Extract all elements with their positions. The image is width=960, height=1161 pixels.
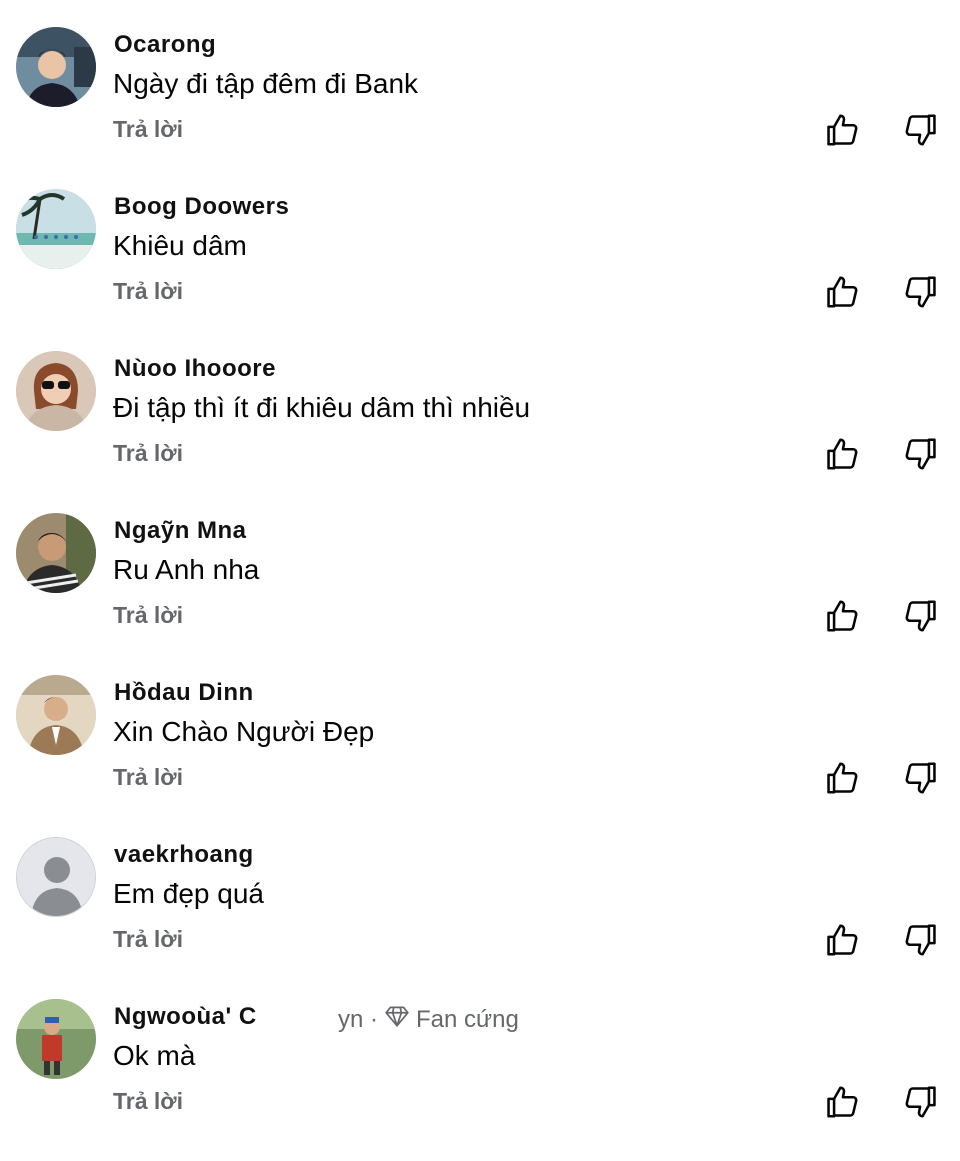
- avatar[interactable]: [16, 351, 96, 431]
- comment-text: Ru Anh nha: [113, 554, 260, 585]
- comment-text: Em đẹp quá: [113, 878, 264, 909]
- avatar[interactable]: [16, 189, 96, 269]
- author-name[interactable]: Ocarong: [114, 31, 216, 59]
- fan-badge: yn · Fan cứng: [338, 1003, 519, 1036]
- avatar[interactable]: [16, 837, 96, 917]
- avatar[interactable]: [16, 675, 96, 755]
- comment-text: Khiêu dâm: [113, 230, 247, 261]
- reply-link[interactable]: Trả lời: [113, 763, 183, 791]
- comment-text: Đi tập thì ít đi khiêu dâm thì nhiều: [113, 392, 531, 423]
- comment-item: Boog Doowers Khiêu dâm Trả lời: [0, 189, 960, 351]
- author-name[interactable]: vaekrhoang: [114, 841, 254, 869]
- thumbs-up-icon[interactable]: [823, 759, 861, 797]
- author-name[interactable]: Boog Doowers: [114, 193, 289, 221]
- author-name[interactable]: Ngaỹn Mna: [114, 517, 247, 545]
- badge-prefix: yn ·: [338, 1005, 379, 1033]
- reply-link[interactable]: Trả lời: [113, 601, 183, 629]
- author-name[interactable]: Ngwooùa' C: [114, 1003, 257, 1031]
- reply-link[interactable]: Trả lời: [113, 439, 183, 467]
- comment-item: Ocarong Ngày đi tập đêm đi Bank Trả lời: [0, 27, 960, 189]
- diamond-icon: [384, 1003, 410, 1036]
- comment-text: Ok mà: [113, 1040, 196, 1071]
- author-name[interactable]: Hồdau Dinn: [114, 679, 254, 707]
- comment-item: Hồdau Dinn Xin Chào Người Đẹp Trả lời: [0, 675, 960, 837]
- thumbs-up-icon[interactable]: [823, 597, 861, 635]
- author-name[interactable]: Nùoo Ihooore: [114, 355, 276, 383]
- badge-label: Fan cứng: [416, 1005, 519, 1033]
- thumbs-up-icon[interactable]: [823, 1083, 861, 1121]
- thumbs-down-icon[interactable]: [902, 435, 940, 473]
- reply-link[interactable]: Trả lời: [113, 925, 183, 953]
- comment-item: Nùoo Ihooore Đi tập thì ít đi khiêu dâm …: [0, 351, 960, 513]
- avatar[interactable]: [16, 999, 96, 1079]
- thumbs-up-icon[interactable]: [823, 435, 861, 473]
- comment-item: vaekrhoang Em đẹp quá Trả lời: [0, 837, 960, 999]
- thumbs-down-icon[interactable]: [902, 597, 940, 635]
- reply-link[interactable]: Trả lời: [113, 115, 183, 143]
- thumbs-down-icon[interactable]: [902, 111, 940, 149]
- reply-link[interactable]: Trả lời: [113, 277, 183, 305]
- thumbs-down-icon[interactable]: [902, 1083, 940, 1121]
- thumbs-up-icon[interactable]: [823, 111, 861, 149]
- thumbs-down-icon[interactable]: [902, 273, 940, 311]
- thumbs-up-icon[interactable]: [823, 273, 861, 311]
- avatar[interactable]: [16, 27, 96, 107]
- comment-item: Ngaỹn Mna Ru Anh nha Trả lời: [0, 513, 960, 675]
- thumbs-down-icon[interactable]: [902, 921, 940, 959]
- comment-item: Ngwooùa' C yn · Fan cứng Ok mà Trả lời: [0, 999, 960, 1161]
- avatar[interactable]: [16, 513, 96, 593]
- comment-text: Ngày đi tập đêm đi Bank: [113, 68, 419, 99]
- thumbs-up-icon[interactable]: [823, 921, 861, 959]
- comment-text: Xin Chào Người Đẹp: [113, 716, 375, 747]
- thumbs-down-icon[interactable]: [902, 759, 940, 797]
- reply-link[interactable]: Trả lời: [113, 1087, 183, 1115]
